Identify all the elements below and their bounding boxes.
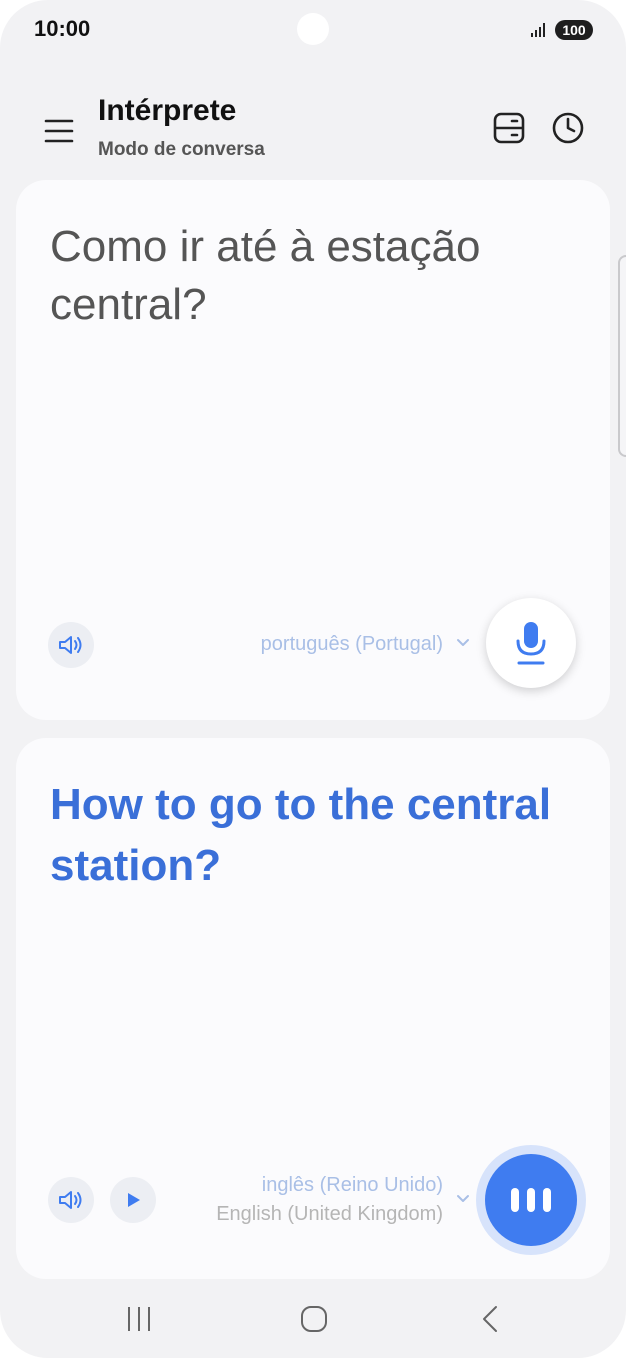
- speaker-icon: [59, 636, 82, 654]
- page-title: Intérprete: [98, 94, 237, 127]
- status-bar: 10:00 100: [0, 0, 626, 60]
- signal-icon: [531, 23, 545, 37]
- source-language-label: português (Portugal): [260, 633, 443, 655]
- source-language-selector[interactable]: português (Portugal): [261, 633, 443, 656]
- target-language-selector[interactable]: inglês (Reino Unido) English (United Kin…: [216, 1174, 443, 1226]
- microphone-icon: [516, 622, 546, 665]
- status-time: 10:00: [34, 16, 91, 41]
- edge-panel-handle[interactable]: [618, 255, 626, 457]
- chevron-down-icon[interactable]: [456, 1194, 470, 1204]
- target-language-label: inglês (Reino Unido): [261, 1174, 443, 1196]
- target-speaker-button[interactable]: [48, 1177, 94, 1223]
- camera-cutout: [297, 13, 329, 45]
- translation-text: How to go to the central station?: [50, 780, 552, 890]
- listening-bars-icon: [511, 1188, 551, 1212]
- history-icon[interactable]: [548, 108, 588, 148]
- play-icon: [128, 1193, 140, 1207]
- listening-button[interactable]: [476, 1145, 586, 1255]
- recent-apps-icon[interactable]: [124, 1304, 154, 1334]
- speaker-icon: [59, 1191, 82, 1209]
- layout-icon[interactable]: [490, 110, 528, 146]
- microphone-button[interactable]: [486, 598, 576, 688]
- target-language-native: English (United Kingdom): [216, 1203, 443, 1225]
- source-card: Como ir até à estação central? português…: [16, 180, 610, 720]
- source-speaker-button[interactable]: [48, 622, 94, 668]
- target-card: How to go to the central station? inglês…: [16, 738, 610, 1279]
- battery-level: 100: [562, 22, 586, 38]
- chevron-down-icon[interactable]: [456, 638, 470, 648]
- play-button[interactable]: [110, 1177, 156, 1223]
- phone-screen: 10:00 100 Intérprete Modo de conversa Co…: [0, 0, 626, 1358]
- source-text: Como ir até à estação central?: [50, 222, 481, 329]
- battery-icon: 100: [555, 20, 593, 40]
- back-icon[interactable]: [478, 1304, 502, 1334]
- app-header: Intérprete Modo de conversa: [0, 80, 626, 170]
- listening-button-core: [485, 1154, 577, 1246]
- menu-icon[interactable]: [40, 110, 78, 150]
- page-subtitle: Modo de conversa: [98, 139, 265, 160]
- navigation-bar: [0, 1290, 626, 1350]
- home-icon[interactable]: [299, 1304, 329, 1334]
